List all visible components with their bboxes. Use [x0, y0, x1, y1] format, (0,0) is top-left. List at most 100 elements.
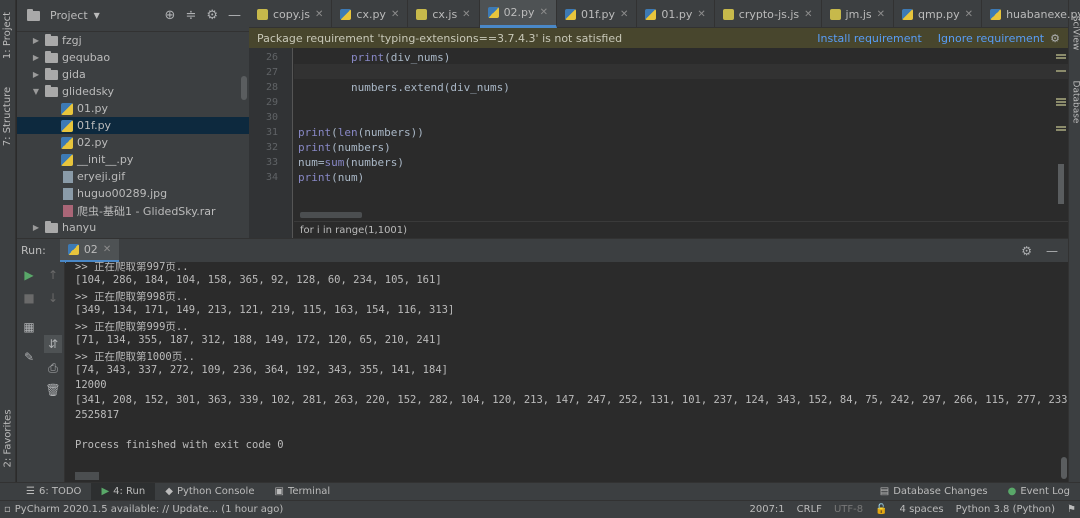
editor-tab[interactable]: cx.py ✕ — [332, 0, 409, 28]
run-console-output[interactable]: >> 正在爬取第997页.. [104, 286, 184, 104, 158, … — [66, 262, 1068, 482]
editor-tab[interactable]: 02.py ✕ — [479, 0, 557, 28]
python-file-icon — [340, 8, 352, 20]
code-editor[interactable]: print(div_nums) numbers.extend(div_nums)… — [294, 48, 1068, 238]
soft-wrap-icon[interactable]: ⇵ — [44, 335, 62, 353]
tree-item-label: gequbao — [62, 51, 111, 64]
tree-file-item[interactable]: 01.py — [17, 100, 249, 117]
project-panel-title[interactable]: Project — [50, 9, 88, 22]
tree-file-item[interactable]: eryeji.gif — [17, 168, 249, 185]
editor-tab[interactable]: 01.py ✕ — [637, 0, 715, 28]
code-line[interactable]: print(div_nums) — [298, 51, 450, 64]
close-tab-icon[interactable]: ✕ — [804, 9, 812, 20]
tree-item-label: __init__.py — [77, 153, 134, 166]
minimize-icon[interactable]: — — [228, 8, 241, 23]
console-vertical-scrollbar[interactable] — [1061, 457, 1067, 479]
tree-file-item[interactable]: 02.py — [17, 134, 249, 151]
favorites-tool-tab[interactable]: 2: Favorites — [0, 402, 16, 474]
editor-breadcrumb[interactable]: for i in range(1,1001) — [294, 221, 1068, 238]
tree-file-item[interactable]: 爬虫-基础1 - GlidedSky.rar — [17, 202, 249, 219]
locate-icon[interactable]: ⊕ — [165, 8, 176, 23]
python-console-tool-button[interactable]: ◆ Python Console — [155, 483, 264, 501]
pin-icon[interactable]: ✎ — [20, 348, 38, 366]
trash-icon[interactable]: 🗑 — [44, 381, 62, 399]
tree-folder-item[interactable]: ▶ gequbao — [17, 49, 249, 66]
ignore-requirement-link[interactable]: Ignore requirement — [938, 32, 1044, 45]
terminal-tool-button[interactable]: ▣ Terminal — [264, 483, 340, 501]
code-line[interactable]: print(len(numbers)) — [298, 126, 424, 139]
close-tab-icon[interactable]: ✕ — [103, 244, 111, 255]
tree-file-item[interactable]: __init__.py — [17, 151, 249, 168]
editor-horizontal-scrollbar[interactable] — [300, 212, 362, 218]
tree-folder-item[interactable]: ▶ fzgj — [17, 32, 249, 49]
tree-file-item[interactable]: huguo00289.jpg — [17, 185, 249, 202]
close-tab-icon[interactable]: ✕ — [620, 9, 628, 20]
layout-icon[interactable]: ▦ — [20, 318, 38, 336]
tree-folder-item[interactable]: ▶ hanyu — [17, 219, 249, 236]
code-line[interactable]: num=sum(numbers) — [298, 156, 404, 169]
stop-icon[interactable]: ■ — [20, 289, 38, 307]
console-horizontal-scrollbar[interactable] — [75, 472, 99, 480]
run-settings-gear-icon[interactable]: ⚙ — [1021, 244, 1032, 258]
editor-tab[interactable]: 01f.py ✕ — [557, 0, 638, 28]
caret-position[interactable]: 2007:1 — [749, 504, 784, 515]
collapse-all-icon[interactable]: ≑ — [185, 8, 196, 23]
rerun-icon[interactable]: ▶ — [20, 266, 38, 284]
collapsed-arrow-icon[interactable]: ▶ — [31, 36, 41, 45]
indent-setting[interactable]: 4 spaces — [900, 504, 944, 515]
close-tab-icon[interactable]: ✕ — [462, 9, 470, 20]
lock-icon[interactable]: 🔓 — [875, 504, 887, 515]
python-interpreter[interactable]: Python 3.8 (Python) — [956, 504, 1055, 515]
tree-folder-item[interactable]: ▼ glidedsky — [17, 83, 249, 100]
project-scrollbar[interactable] — [241, 76, 247, 100]
code-line[interactable]: print(num) — [298, 171, 364, 184]
code-line[interactable]: numbers.extend(div_nums) — [298, 81, 510, 94]
breadcrumb-text[interactable]: for i in range(1,1001) — [300, 225, 407, 236]
editor-tab[interactable]: jm.js ✕ — [822, 0, 894, 28]
close-tab-icon[interactable]: ✕ — [540, 7, 548, 18]
editor-tab[interactable]: huabanexe.py✕ — [982, 0, 1080, 28]
javascript-file-icon — [257, 8, 268, 20]
file-encoding[interactable]: UTF-8 — [834, 504, 863, 515]
editor-tab[interactable]: cx.js ✕ — [408, 0, 480, 28]
todo-tool-button[interactable]: ☰ 6: TODO — [16, 483, 91, 501]
code-line[interactable]: print(numbers) — [298, 141, 391, 154]
structure-tool-tab[interactable]: 7: Structure — [0, 80, 16, 152]
notification-icon[interactable]: ⚑ — [1067, 504, 1076, 515]
gear-icon[interactable]: ⚙ — [206, 8, 218, 23]
close-tab-icon[interactable]: ✕ — [315, 9, 323, 20]
install-requirement-link[interactable]: Install requirement — [817, 32, 921, 45]
folder-icon — [45, 33, 58, 46]
dropdown-arrow-icon[interactable]: ▼ — [94, 11, 100, 20]
python-file-icon — [61, 136, 73, 149]
close-tab-icon[interactable]: ✕ — [877, 9, 885, 20]
line-separator[interactable]: CRLF — [797, 504, 822, 515]
collapsed-arrow-icon[interactable]: ▶ — [31, 223, 41, 232]
scroll-up-icon[interactable]: ↑ — [44, 266, 62, 284]
close-tab-icon[interactable]: ✕ — [965, 9, 973, 20]
collapsed-arrow-icon[interactable]: ▶ — [31, 70, 41, 79]
collapsed-arrow-icon[interactable]: ▶ — [31, 53, 41, 62]
database-changes-tool-button[interactable]: ▤ Database Changes — [870, 483, 998, 501]
run-minimize-icon[interactable]: — — [1046, 244, 1058, 258]
close-tab-icon[interactable]: ✕ — [697, 9, 705, 20]
database-tool-tab[interactable]: Database — [1069, 74, 1080, 130]
close-tab-icon[interactable]: ✕ — [391, 9, 399, 20]
run-config-tab[interactable]: 02 ✕ — [59, 238, 120, 263]
editor-tab[interactable]: copy.js ✕ — [249, 0, 333, 28]
project-tool-tab[interactable]: 1: Project — [0, 4, 16, 66]
tree-file-item[interactable]: 01f.py — [17, 117, 249, 134]
event-log-tool-button[interactable]: ● Event Log — [998, 483, 1080, 501]
python-file-icon — [61, 153, 73, 166]
tree-item-label: fzgj — [62, 34, 82, 47]
scroll-down-icon[interactable]: ↓ — [44, 289, 62, 307]
editor-tab[interactable]: qmp.py ✕ — [894, 0, 983, 28]
editor-tab[interactable]: crypto-js.js ✕ — [715, 0, 822, 28]
run-tool-button[interactable]: ▶ 4: Run — [91, 482, 156, 501]
expanded-arrow-icon[interactable]: ▼ — [31, 87, 41, 96]
tree-folder-item[interactable]: ▶ gida — [17, 66, 249, 83]
status-square-icon: ▫ — [4, 504, 11, 515]
print-icon[interactable]: ⎙ — [44, 359, 62, 377]
update-notification[interactable]: PyCharm 2020.1.5 available: // Update...… — [15, 504, 284, 515]
status-bar: ▫ PyCharm 2020.1.5 available: // Update.… — [0, 500, 1080, 518]
banner-gear-icon[interactable]: ⚙ — [1050, 32, 1060, 45]
